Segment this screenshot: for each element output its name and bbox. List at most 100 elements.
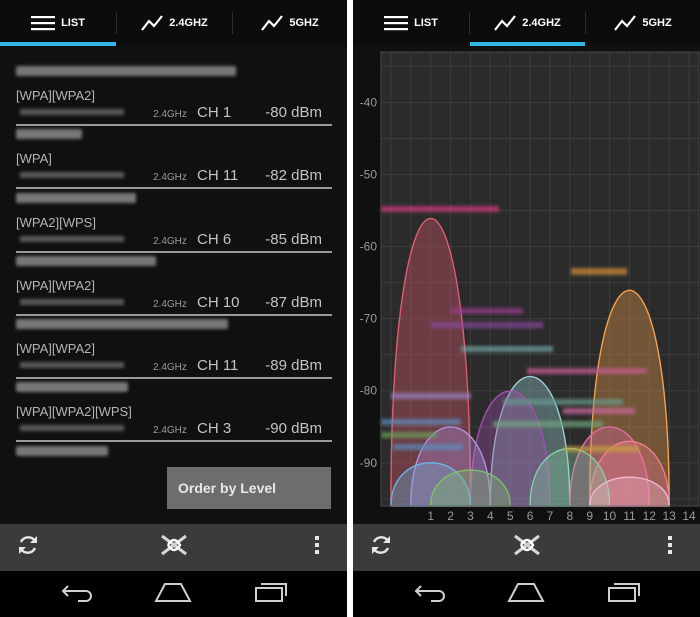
band-label: 2.4GHz bbox=[153, 172, 187, 184]
tab-5ghz-label: 5GHZ bbox=[642, 17, 672, 29]
network-item[interactable]: [WPA][WPA2] 2.4GHz CH 10 -87 dBm bbox=[16, 252, 332, 316]
home-icon bbox=[154, 582, 192, 607]
network-item[interactable]: [WPA2][WPS] 2.4GHz CH 6 -85 dBm bbox=[16, 189, 332, 253]
signal-level: -90 dBm bbox=[265, 420, 322, 438]
channel-graph: -40 -50 -60 -70 -80 -90 1 2 3 4 5 6 7 8 9 10 11 12 13 14 bbox=[353, 46, 700, 524]
app-logo-icon bbox=[511, 532, 543, 563]
mac-redacted bbox=[20, 109, 124, 115]
recents-icon bbox=[254, 582, 288, 607]
network-item[interactable]: [WPA] 2.4GHz CH 11 -82 dBm bbox=[16, 125, 332, 190]
menu-icon bbox=[384, 15, 409, 31]
home-button[interactable] bbox=[503, 571, 549, 617]
refresh-button[interactable] bbox=[361, 524, 401, 571]
app-logo-button[interactable] bbox=[154, 524, 194, 571]
back-button[interactable] bbox=[408, 571, 452, 617]
tab-2ghz-label: 2.4GHZ bbox=[522, 17, 561, 29]
recents-button[interactable] bbox=[251, 571, 291, 617]
tab-bar: LIST 2.4GHZ 5GHZ bbox=[0, 0, 347, 46]
overflow-menu-button[interactable] bbox=[305, 524, 329, 571]
tab-list[interactable]: LIST bbox=[0, 0, 116, 46]
band-label: 2.4GHz bbox=[153, 109, 187, 120]
tab-2ghz-label: 2.4GHZ bbox=[169, 17, 208, 29]
mac-redacted bbox=[20, 298, 124, 305]
channel-label: CH 10 bbox=[197, 293, 240, 311]
recents-button[interactable] bbox=[604, 571, 644, 617]
ssid-redacted bbox=[16, 445, 108, 456]
tab-list-label: LIST bbox=[414, 17, 438, 29]
network-item[interactable]: [WPA][WPA2] 2.4GHz CH 11 -89 dBm bbox=[16, 315, 332, 380]
security-label: [WPA2][WPS] bbox=[16, 214, 96, 230]
x-tick-label: 1 bbox=[427, 509, 434, 523]
security-label: [WPA][WPA2] bbox=[16, 341, 95, 357]
ssid-redacted bbox=[16, 129, 82, 140]
graph-screen: LIST 2.4GHZ 5GHZ -40 -50 -60 -70 -80 -90… bbox=[353, 0, 700, 617]
tab-2ghz[interactable]: 2.4GHZ bbox=[117, 0, 232, 46]
ssid-redacted bbox=[563, 408, 635, 414]
overflow-menu-button[interactable] bbox=[658, 524, 682, 571]
network-item-partial[interactable] bbox=[16, 442, 332, 462]
graph-line-icon bbox=[141, 15, 164, 31]
list-screen: LIST 2.4GHZ 5GHZ [WPA][WPA2] 2.4GHz CH 1… bbox=[0, 0, 347, 617]
channel-label: CH 11 bbox=[197, 167, 239, 185]
x-tick-label: 14 bbox=[682, 509, 696, 523]
tab-list[interactable]: LIST bbox=[353, 0, 469, 46]
ssid-redacted bbox=[16, 255, 156, 266]
y-tick-label: -70 bbox=[360, 312, 378, 326]
tab-indicator bbox=[0, 42, 116, 46]
action-bar bbox=[353, 524, 700, 571]
action-bar bbox=[0, 524, 347, 571]
order-by-level-button[interactable]: Order by Level bbox=[167, 467, 331, 509]
security-label: [WPA][WPA2][WPS] bbox=[16, 404, 132, 420]
back-button[interactable] bbox=[55, 571, 99, 617]
refresh-button[interactable] bbox=[8, 524, 48, 571]
channel-label: CH 3 bbox=[197, 420, 232, 438]
band-label: 2.4GHz bbox=[153, 425, 187, 437]
x-tick-label: 6 bbox=[527, 509, 534, 523]
network-item[interactable]: [WPA][WPA2][WPS] 2.4GHz CH 3 -90 dBm bbox=[16, 378, 332, 443]
ssid-redacted bbox=[381, 419, 461, 425]
ssid-redacted bbox=[381, 206, 499, 212]
tab-5ghz[interactable]: 5GHZ bbox=[586, 0, 700, 46]
ssid-redacted bbox=[381, 432, 437, 438]
tab-bar: LIST 2.4GHZ 5GHZ bbox=[353, 0, 700, 46]
ssid-redacted bbox=[565, 446, 639, 452]
recents-icon bbox=[607, 582, 641, 607]
refresh-icon bbox=[369, 533, 393, 562]
x-tick-label: 11 bbox=[623, 509, 636, 523]
ssid-redacted bbox=[431, 322, 543, 328]
security-label: [WPA][WPA2] bbox=[16, 277, 95, 293]
band-label: 2.4GHz bbox=[153, 235, 187, 247]
home-button[interactable] bbox=[150, 571, 196, 617]
app-logo-icon bbox=[158, 532, 190, 563]
security-label: [WPA] bbox=[16, 151, 52, 167]
ssid-redacted bbox=[461, 346, 553, 352]
x-tick-label: 10 bbox=[603, 509, 617, 523]
x-tick-label: 13 bbox=[663, 509, 677, 523]
mac-redacted bbox=[20, 172, 124, 179]
ssid-redacted bbox=[493, 421, 603, 427]
graph-line-icon bbox=[261, 15, 284, 31]
x-tick-label: 5 bbox=[507, 509, 514, 523]
signal-level: -87 dBm bbox=[265, 293, 322, 311]
mac-redacted bbox=[20, 362, 124, 369]
system-nav-bar bbox=[353, 571, 700, 617]
app-logo-button[interactable] bbox=[507, 524, 547, 571]
network-item[interactable]: [WPA][WPA2] 2.4GHz CH 1 -80 dBm bbox=[16, 62, 332, 126]
tab-2ghz[interactable]: 2.4GHZ bbox=[470, 0, 585, 46]
overflow-menu-icon bbox=[667, 535, 673, 560]
channel-label: CH 1 bbox=[197, 104, 232, 121]
tab-5ghz[interactable]: 5GHZ bbox=[233, 0, 347, 46]
ssid-redacted bbox=[571, 268, 627, 275]
signal-level: -89 dBm bbox=[265, 357, 322, 375]
home-icon bbox=[507, 582, 545, 607]
network-list: [WPA][WPA2] 2.4GHz CH 1 -80 dBm [WPA] 2.… bbox=[16, 62, 332, 462]
x-tick-label: 7 bbox=[547, 509, 554, 523]
x-tick-label: 3 bbox=[467, 509, 474, 523]
mac-redacted bbox=[20, 425, 124, 432]
ssid-redacted bbox=[527, 368, 647, 374]
channel-label: CH 11 bbox=[197, 357, 239, 375]
y-tick-label: -50 bbox=[360, 168, 378, 182]
x-tick-label: 12 bbox=[643, 509, 657, 523]
graph-line-icon bbox=[494, 15, 517, 31]
channel-graph-svg: -40-50-60-70-80-901 2 3 4 5 6 7 8 9 10 11 12 13 14 bbox=[360, 51, 700, 523]
